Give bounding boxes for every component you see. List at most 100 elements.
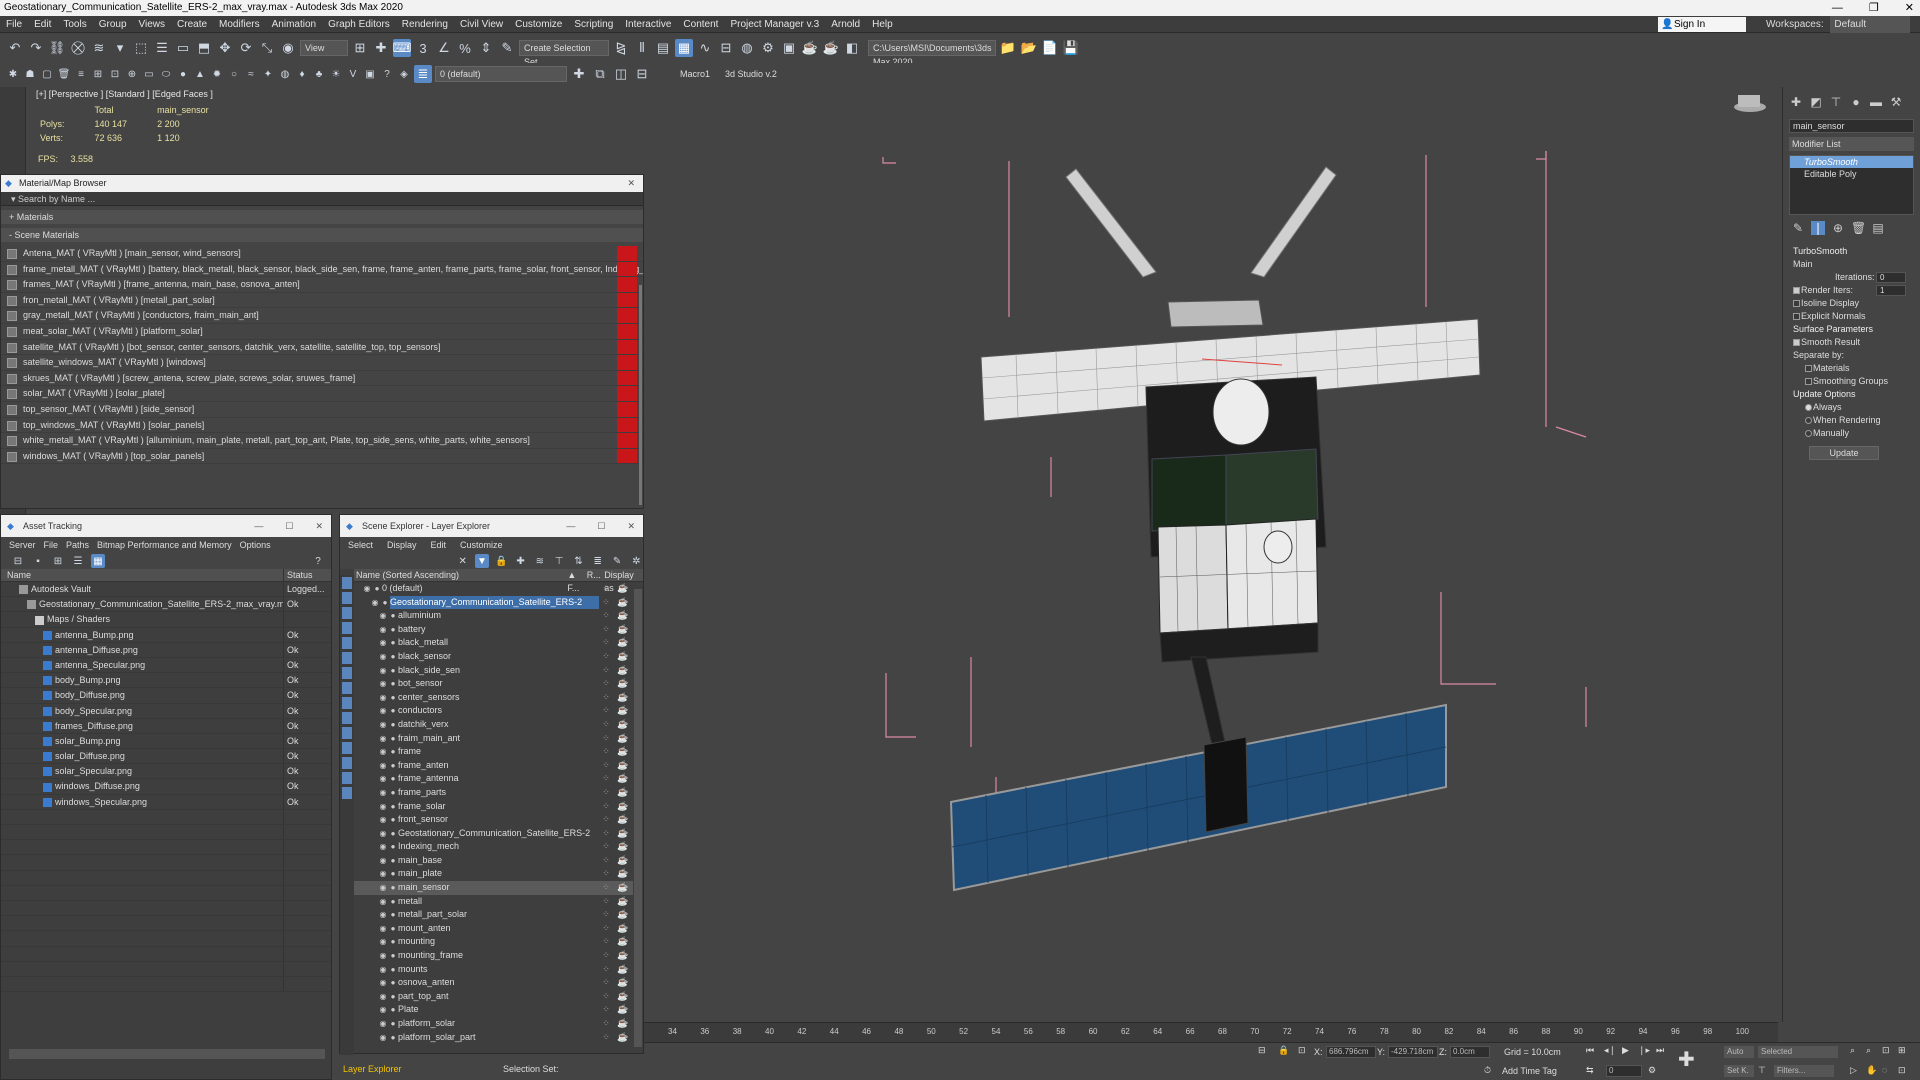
spinner-snap-icon[interactable]: ⇕ <box>477 39 495 57</box>
pyramid-icon[interactable]: ▲ <box>193 67 207 81</box>
menu-scripting[interactable]: Scripting <box>568 16 619 33</box>
materials-section-header[interactable]: + Materials <box>1 210 643 224</box>
teapot-icon[interactable]: ☗ <box>23 67 37 81</box>
field-of-view-icon[interactable]: ▷ <box>1850 1065 1857 1076</box>
display-lights-icon[interactable] <box>342 622 352 634</box>
layers-icon[interactable]: ⧉ <box>591 65 609 83</box>
pan-icon[interactable]: ✋ <box>1866 1065 1877 1076</box>
project-folder-icon[interactable]: 📁 <box>999 39 1017 57</box>
help-icon[interactable]: ? <box>311 554 325 568</box>
menu-animation[interactable]: Animation <box>266 16 322 33</box>
add-time-tag[interactable]: Add Time Tag <box>1502 1066 1557 1076</box>
select-object-icon[interactable]: ⬚ <box>132 39 150 57</box>
always-radio[interactable] <box>1805 404 1812 411</box>
scene-col-render[interactable]: R... <box>587 569 604 581</box>
render-teapot-icon[interactable]: ☕ <box>613 745 633 759</box>
render-teapot-icon[interactable]: ☕ <box>613 800 633 814</box>
freeze-icon[interactable]: ⁘ <box>599 922 613 936</box>
render-iters-checkbox[interactable] <box>1793 287 1800 294</box>
render-teapot-icon[interactable]: ☕ <box>613 908 633 922</box>
render-teapot-icon[interactable]: ☕ <box>613 691 633 705</box>
settings-icon[interactable]: ✲ <box>630 554 643 568</box>
freeze-icon[interactable]: ⁘ <box>599 745 613 759</box>
scene-tree-item[interactable]: ◉ ● main_base ⁘ ☕ <box>354 854 633 868</box>
freeze-icon[interactable]: ⁘ <box>599 609 613 623</box>
display-influences-icon[interactable] <box>342 787 352 799</box>
freeze-icon[interactable]: ⁘ <box>599 636 613 650</box>
display-all-icon[interactable] <box>342 577 352 589</box>
asset-row[interactable]: windows_Diffuse.png Ok <box>1 779 331 795</box>
visibility-eye-icon[interactable]: ◉ <box>378 718 388 732</box>
layers-icon[interactable]: ≣ <box>591 554 604 568</box>
project-save-icon[interactable]: 💾 <box>1062 39 1080 57</box>
window-crossing-icon[interactable]: ⬒ <box>195 39 213 57</box>
project-settings-icon[interactable]: 📄 <box>1041 39 1059 57</box>
render-teapot-icon[interactable]: ☕ <box>613 963 633 977</box>
scene-tree-item[interactable]: ◉ ● frame ⁘ ☕ <box>354 745 633 759</box>
key-mode-icon[interactable]: ⇆ <box>1586 1065 1594 1076</box>
vault-icon[interactable]: ⊟ <box>11 554 25 568</box>
material-row[interactable]: satellite_windows_MAT ( VRayMtl ) [windo… <box>1 355 643 371</box>
undo-icon[interactable]: ↶ <box>6 39 24 57</box>
minimize-icon[interactable]: — <box>254 515 263 537</box>
layers-stack-icon[interactable]: ≋ <box>533 554 546 568</box>
scene-tree-item[interactable]: ◉ ● conductors ⁘ ☕ <box>354 704 633 718</box>
visibility-eye-icon[interactable]: ◉ <box>378 772 388 786</box>
close-filter-icon[interactable]: ✕ <box>456 554 469 568</box>
sort-icon[interactable]: ⇅ <box>572 554 585 568</box>
material-row[interactable]: gray_metall_MAT ( VRayMtl ) [conductors,… <box>1 308 643 324</box>
remove-modifier-icon[interactable]: 🗑 <box>1851 221 1866 235</box>
asset-row[interactable]: Geostationary_Communication_Satellite_ER… <box>1 597 331 613</box>
make-unique-icon[interactable]: ⊕ <box>1831 221 1845 235</box>
render-teapot-icon[interactable]: ☕ <box>613 636 633 650</box>
asset-menu-server[interactable]: Server <box>9 537 36 553</box>
redo-icon[interactable]: ↷ <box>27 39 45 57</box>
create-layer-icon[interactable]: ✚ <box>570 65 588 83</box>
material-row[interactable]: windows_MAT ( VRayMtl ) [top_solar_panel… <box>1 448 643 465</box>
scene-vscrollbar[interactable] <box>634 589 642 1047</box>
scene-tree-item[interactable]: ◉ ● mounting ⁘ ☕ <box>354 935 633 949</box>
menu-help[interactable]: Help <box>866 16 899 33</box>
go-to-start-icon[interactable]: ⏮ <box>1586 1045 1594 1056</box>
visibility-eye-icon[interactable]: ◉ <box>378 963 388 977</box>
render-teapot-icon[interactable]: ☕ <box>613 664 633 678</box>
table-view-icon[interactable]: ▦ <box>91 554 105 568</box>
asset-col-name[interactable]: Name <box>1 569 283 581</box>
scene-tree-item[interactable]: ◉ ● center_sensors ⁘ ☕ <box>354 691 633 705</box>
visibility-eye-icon[interactable]: ◉ <box>378 854 388 868</box>
sun-icon[interactable]: ✹ <box>210 67 224 81</box>
render-teapot-icon[interactable]: ☕ <box>613 704 633 718</box>
hierarchy-tab-icon[interactable]: ⊤ <box>1829 95 1843 109</box>
freeze-icon[interactable]: ⁘ <box>599 976 613 990</box>
freeze-icon[interactable]: ⁘ <box>599 786 613 800</box>
move-icon[interactable]: ✥ <box>216 39 234 57</box>
time-config-icon[interactable]: ⚙ <box>1648 1065 1656 1076</box>
scene-col-display[interactable]: Display as <box>604 569 643 593</box>
display-shapes-icon[interactable] <box>342 607 352 619</box>
select-manipulate-icon[interactable]: ✚ <box>372 39 390 57</box>
scene-tree-item[interactable]: ◉ ● datchik_verx ⁘ ☕ <box>354 718 633 732</box>
render-iters-spinner[interactable]: 1 <box>1876 285 1906 296</box>
absolute-mode-icon[interactable]: ⊡ <box>1298 1045 1306 1056</box>
turbosmooth-rollout-title[interactable]: TurboSmooth <box>1783 245 1920 258</box>
display-frozen-icon[interactable] <box>342 742 352 754</box>
modify-tab-icon[interactable]: ◩ <box>1809 95 1823 109</box>
freeze-icon[interactable]: ⁘ <box>599 650 613 664</box>
render-teapot-icon[interactable]: ☕ <box>613 840 633 854</box>
visibility-eye-icon[interactable]: ◉ <box>378 922 388 936</box>
freeze-icon[interactable]: ⁘ <box>599 813 613 827</box>
x-coordinate-field[interactable]: 686.796cm <box>1326 1046 1376 1058</box>
close-button[interactable]: ✕ <box>1905 0 1914 16</box>
visibility-eye-icon[interactable]: ◉ <box>370 596 380 610</box>
set-key-button[interactable]: Set K. <box>1724 1065 1754 1077</box>
unlink-icon[interactable]: ⛒ <box>69 39 87 57</box>
when-rendering-radio[interactable] <box>1805 417 1812 424</box>
visibility-eye-icon[interactable]: ◉ <box>378 895 388 909</box>
lock-icon[interactable]: 🔒 <box>495 554 508 568</box>
scene-tree-item[interactable]: ◉ ● main_sensor ⁘ ☕ <box>354 881 633 895</box>
freeze-icon[interactable]: ⁘ <box>599 908 613 922</box>
globe-icon[interactable]: ◍ <box>278 67 292 81</box>
freeze-icon[interactable]: ⁘ <box>599 623 613 637</box>
hierarchy-icon[interactable]: ⊤ <box>552 554 565 568</box>
update-button[interactable]: Update <box>1809 446 1879 460</box>
